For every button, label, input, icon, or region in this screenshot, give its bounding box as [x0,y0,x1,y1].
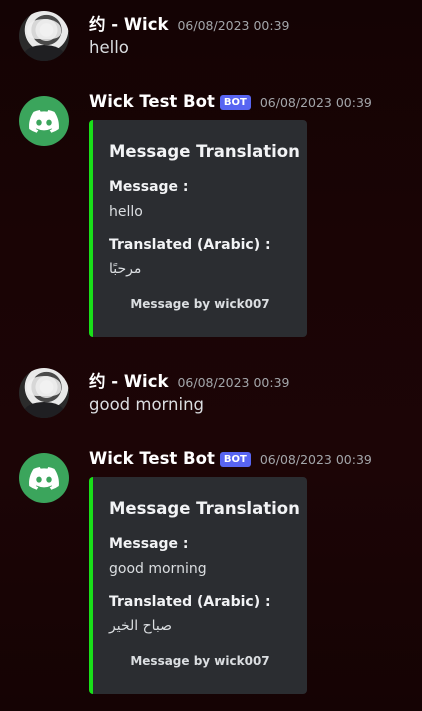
message-user-good-morning: 约 - Wick 06/08/2023 00:39 good morning [0,357,422,432]
bot-avatar[interactable] [19,453,69,503]
message-user-hello: 约 - Wick 06/08/2023 00:39 hello [0,0,422,75]
embed-footer: Message by wick007 [130,654,270,668]
author-name[interactable]: 约 - Wick [89,368,168,392]
bot-avatar[interactable] [19,96,69,146]
message-header: Wick Test Bot BOT 06/08/2023 00:39 [89,92,372,112]
message-timestamp[interactable]: 06/08/2023 00:39 [177,18,289,33]
field-translated-label: Translated (Arabic) : [109,237,271,253]
message-header: 约 - Wick 06/08/2023 00:39 [89,11,290,35]
field-translated-label: Translated (Arabic) : [109,594,271,610]
message-header: 约 - Wick 06/08/2023 00:39 [89,368,290,392]
discord-logo-icon [29,466,59,490]
bot-badge: BOT [219,452,251,467]
embed-title: Message Translation [109,142,300,161]
field-translated-value: صباح الخير [109,618,173,634]
author-name[interactable]: 约 - Wick [89,11,168,35]
avatar-hair [27,19,61,39]
discord-logo-icon [29,109,59,133]
user-avatar[interactable] [19,368,69,418]
avatar-coat [24,45,64,61]
field-message-label: Message : [109,179,189,195]
avatar-coat [24,402,64,418]
embed-footer: Message by wick007 [130,297,270,311]
field-message-value: hello [109,204,143,220]
avatar-hair [27,376,61,396]
message-text: hello [89,38,129,57]
message-header: Wick Test Bot BOT 06/08/2023 00:39 [89,449,372,469]
message-text: good morning [89,395,205,414]
message-timestamp[interactable]: 06/08/2023 00:39 [260,95,372,110]
message-bot-translation: Wick Test Bot BOT 06/08/2023 00:39 Messa… [0,449,422,699]
field-message-label: Message : [109,536,189,552]
bot-badge: BOT [219,95,251,110]
embed-title: Message Translation [109,499,300,518]
message-timestamp[interactable]: 06/08/2023 00:39 [260,452,372,467]
field-translated-value: مرحبًا [109,261,142,277]
author-name[interactable]: Wick Test Bot [89,92,215,111]
author-name[interactable]: Wick Test Bot [89,449,215,468]
field-message-value: good morning [109,561,207,577]
message-bot-translation: Wick Test Bot BOT 06/08/2023 00:39 Messa… [0,92,422,342]
message-timestamp[interactable]: 06/08/2023 00:39 [177,375,289,390]
user-avatar[interactable] [19,11,69,61]
translation-embed: Message Translation Message : hello Tran… [89,120,307,337]
translation-embed: Message Translation Message : good morni… [89,477,307,694]
